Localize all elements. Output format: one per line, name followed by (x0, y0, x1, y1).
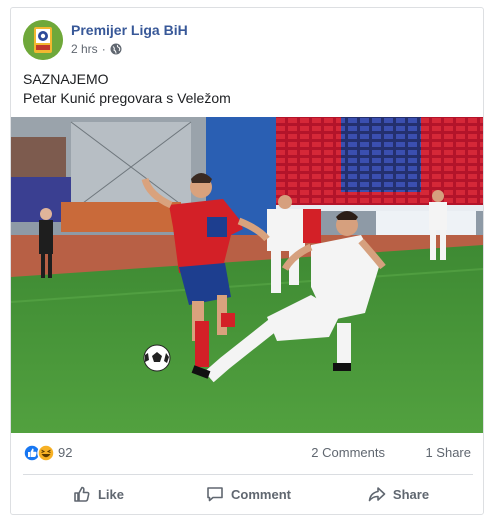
post-timestamp[interactable]: 2 hrs (71, 42, 98, 56)
comment-label: Comment (231, 486, 291, 502)
post-card: Premijer Liga BiH 2 hrs · SAZNAJEMO Peta… (10, 7, 484, 515)
post-text-line-2: Petar Kunić pregovara s Veležom (23, 90, 231, 106)
post-message: SAZNAJEMO Petar Kunić pregovara s Veležo… (23, 70, 463, 108)
thumbs-up-icon (74, 486, 90, 502)
page-avatar[interactable] (23, 20, 63, 60)
post-stats: 92 2 Comments 1 Share (23, 440, 473, 466)
share-arrow-icon (368, 487, 386, 502)
comment-icon (207, 487, 223, 502)
shares-count-link[interactable]: 1 Share (425, 445, 471, 460)
post-header: Premijer Liga BiH 2 hrs · (23, 20, 463, 62)
post-meta: 2 hrs · (71, 42, 122, 56)
globe-icon[interactable] (110, 43, 122, 55)
share-button[interactable]: Share (323, 478, 473, 510)
meta-separator: · (101, 42, 106, 56)
share-label: Share (392, 486, 430, 502)
post-photo[interactable] (11, 117, 483, 433)
comment-button[interactable]: Comment (173, 478, 323, 510)
like-button[interactable]: Like (23, 478, 173, 510)
post-text-line-1: SAZNAJEMO (23, 71, 109, 87)
post-actions: Like Comment Share (23, 478, 473, 510)
reaction-icons[interactable] (23, 444, 59, 462)
like-label: Like (97, 486, 124, 502)
reaction-count[interactable]: 92 (58, 445, 72, 460)
haha-reaction-icon (37, 444, 55, 462)
actions-divider (23, 474, 473, 475)
page-name-link[interactable]: Premijer Liga BiH (71, 22, 188, 38)
comments-count-link[interactable]: 2 Comments (311, 445, 385, 460)
